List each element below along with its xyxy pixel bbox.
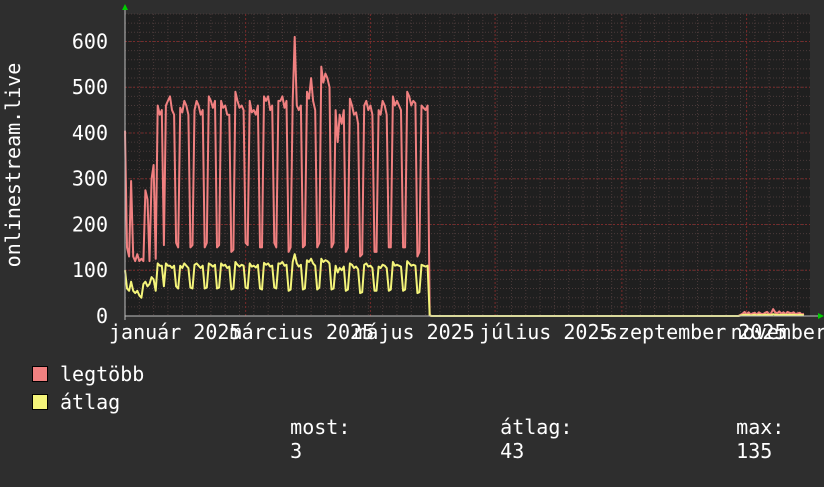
y-tick-label: 500 [72,75,108,99]
x-tick-label: november 2025 [731,320,824,344]
y-tick-label: 0 [96,304,108,328]
y-tick-label: 100 [72,258,108,282]
stat-average-value: 43 [500,439,525,463]
y-tick-label: 600 [72,29,108,53]
y-ticks: 0 100 200 300 400 500 600 [72,29,108,328]
y-tick-label: 400 [72,121,108,145]
y-tick-label: 200 [72,212,108,236]
y-tick-label: 300 [72,167,108,191]
y-axis-arrow-icon [122,4,128,10]
x-tick-label: július 2025 [479,320,611,344]
x-tick-label: március 2025 [230,320,375,344]
chart-canvas: 0 100 200 300 400 500 600 január 2025március 2… [1,4,824,344]
stat-current-value: 3 [290,439,303,463]
stat-max-value: 135 [736,439,773,463]
y-axis-label: onlinestream.live [1,63,25,268]
x-tick-label: január 2025 [109,320,241,344]
x-ticks: január 2025március 2025május 2025 július … [109,320,824,344]
x-tick-label: május 2025 [354,320,474,344]
x-axis-arrow-icon [818,313,824,319]
